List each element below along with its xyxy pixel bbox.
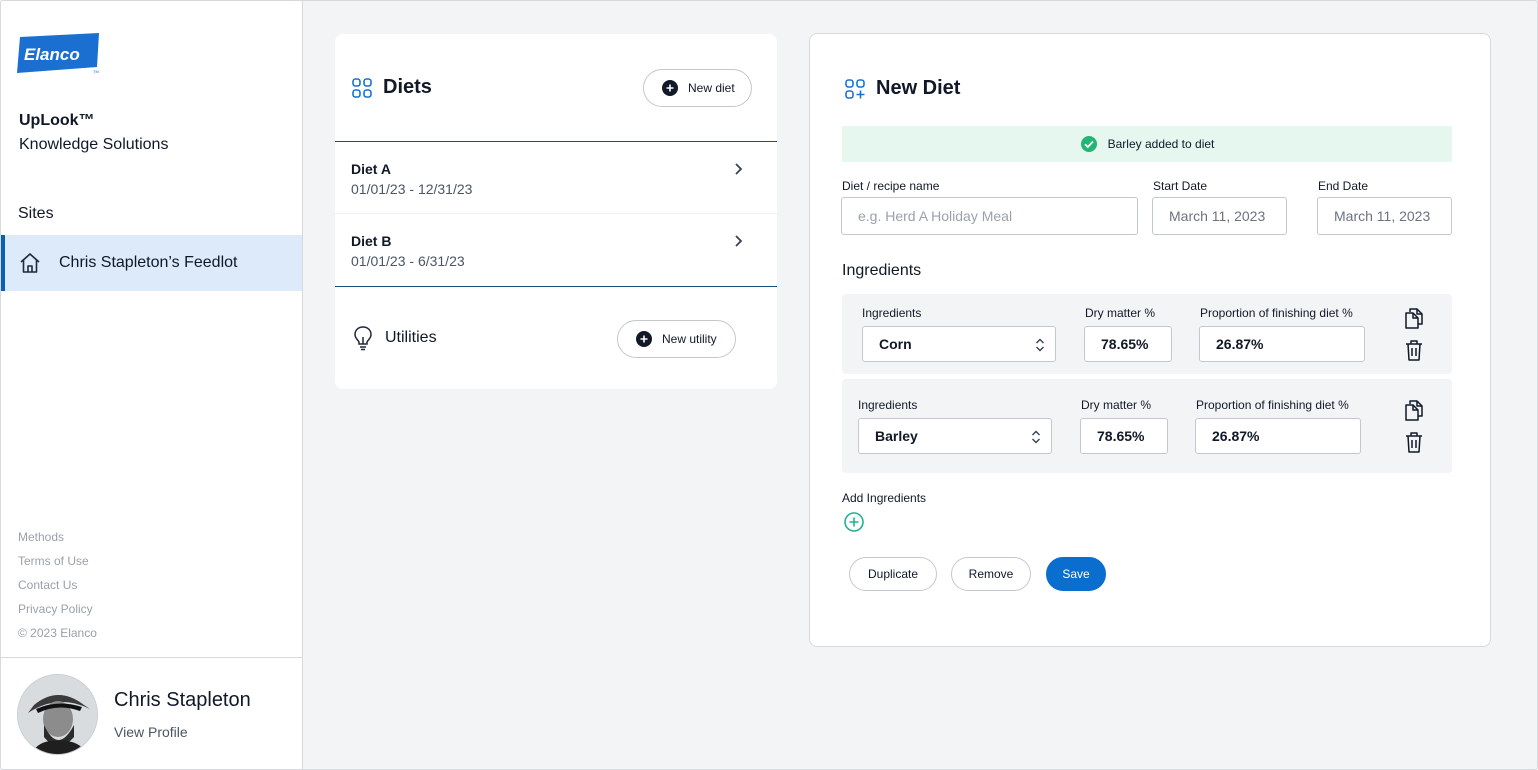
proportion-input[interactable]: 26.87% [1199,326,1365,362]
copyright: © 2023 Elanco [18,626,97,640]
utilities-section: Utilities New utility [335,287,777,389]
ingredient-select[interactable]: Barley [858,418,1052,454]
diets-title-text: Diets [383,76,432,98]
recipe-name-input[interactable] [841,197,1138,235]
ingredient-row: Ingredients Barley Dry matter % 78.65% P… [842,379,1452,473]
ingredient-select[interactable]: Corn [862,326,1056,362]
new-diet-button[interactable]: New diet [643,69,752,107]
trash-icon[interactable] [1403,430,1425,454]
new-utility-button[interactable]: New utility [617,320,736,358]
new-diet-label: New diet [688,81,735,95]
diets-header: Diets New diet [335,34,777,142]
new-utility-label: New utility [662,332,717,346]
start-date-label: Start Date [1153,179,1208,193]
remove-button[interactable]: Remove [951,557,1031,591]
svg-text:TM: TM [93,69,99,74]
diet-name: Diet B [351,233,392,249]
ingredient-label: Ingredients [862,306,922,320]
trash-icon[interactable] [1403,338,1425,362]
plus-circle-icon [636,331,652,347]
footer-links: Methods Terms of Use Contact Us Privacy … [18,529,97,649]
copy-icon[interactable] [1403,398,1425,422]
app-subtitle: Knowledge Solutions [19,136,169,153]
sidebar: Elanco TM UpLook™ Knowledge Solutions Si… [1,1,303,769]
new-diet-panel: New Diet Barley added to diet Diet / rec… [809,33,1491,647]
new-diet-title-text: New Diet [876,77,961,99]
diet-list-item[interactable]: Diet B 01/01/23 - 6/31/23 [335,214,777,287]
success-toast: Barley added to diet [842,126,1452,162]
proportion-input[interactable]: 26.87% [1195,418,1361,454]
privacy-link[interactable]: Privacy Policy [18,601,97,625]
diet-range: 01/01/23 - 6/31/23 [351,253,465,269]
updown-chevron-icon [1035,337,1045,353]
utilities-title: Utilities [353,325,437,351]
dry-matter-label: Dry matter % [1081,398,1152,412]
proportion-label: Proportion of finishing diet % [1200,306,1353,320]
start-date-input[interactable] [1152,197,1287,235]
profile-section: Chris Stapleton View Profile [1,657,302,769]
home-icon [19,252,41,274]
add-ingredients-label: Add Ingredients [842,491,927,505]
app-name: UpLook™ [19,112,95,129]
end-date-input[interactable] [1317,197,1452,235]
diet-range: 01/01/23 - 12/31/23 [351,181,473,197]
ingredient-value: Barley [875,428,918,444]
sidebar-item-label: Chris Stapleton’s Feedlot [59,254,238,271]
chevron-right-icon [733,234,745,248]
updown-chevron-icon [1031,429,1041,445]
diet-name: Diet A [351,161,391,177]
plus-circle-icon [662,80,678,96]
methods-link[interactable]: Methods [18,529,97,553]
sites-heading: Sites [18,205,54,222]
avatar[interactable] [17,674,98,755]
svg-text:Elanco: Elanco [24,45,80,64]
plus-circle-icon [844,512,864,532]
ingredient-label: Ingredients [858,398,918,412]
diet-list-item[interactable]: Diet A 01/01/23 - 12/31/23 [335,142,777,214]
view-profile-link[interactable]: View Profile [114,724,188,740]
ingredient-value: Corn [879,336,912,352]
terms-link[interactable]: Terms of Use [18,553,97,577]
recipe-name-label: Diet / recipe name [842,179,940,193]
profile-name: Chris Stapleton [114,689,251,711]
grid-icon [351,77,373,99]
diets-title: Diets [351,76,432,99]
add-ingredient-button[interactable] [844,512,864,532]
grid-plus-icon [844,78,866,100]
ingredients-heading: Ingredients [842,262,922,279]
proportion-label: Proportion of finishing diet % [1196,398,1349,412]
duplicate-button[interactable]: Duplicate [849,557,937,591]
diets-panel: Diets New diet Diet A 01/01/23 - 12/31/2… [335,34,777,389]
app-window: Elanco TM UpLook™ Knowledge Solutions Si… [0,0,1538,770]
dry-matter-input[interactable]: 78.65% [1080,418,1168,454]
contact-link[interactable]: Contact Us [18,577,97,601]
copy-icon[interactable] [1403,306,1425,330]
chevron-right-icon [733,162,745,176]
new-diet-title: New Diet [844,77,960,100]
check-circle-icon [1080,135,1098,153]
elanco-logo: Elanco TM [17,33,101,75]
sidebar-item-feedlot[interactable]: Chris Stapleton’s Feedlot [1,235,302,291]
save-button[interactable]: Save [1046,557,1106,591]
lightbulb-icon [353,325,373,351]
end-date-label: End Date [1318,179,1369,193]
toast-text: Barley added to diet [1107,137,1215,151]
dry-matter-label: Dry matter % [1085,306,1156,320]
dry-matter-input[interactable]: 78.65% [1084,326,1172,362]
utilities-title-text: Utilities [385,329,437,346]
ingredient-row: Ingredients Corn Dry matter % 78.65% Pro… [842,294,1452,374]
